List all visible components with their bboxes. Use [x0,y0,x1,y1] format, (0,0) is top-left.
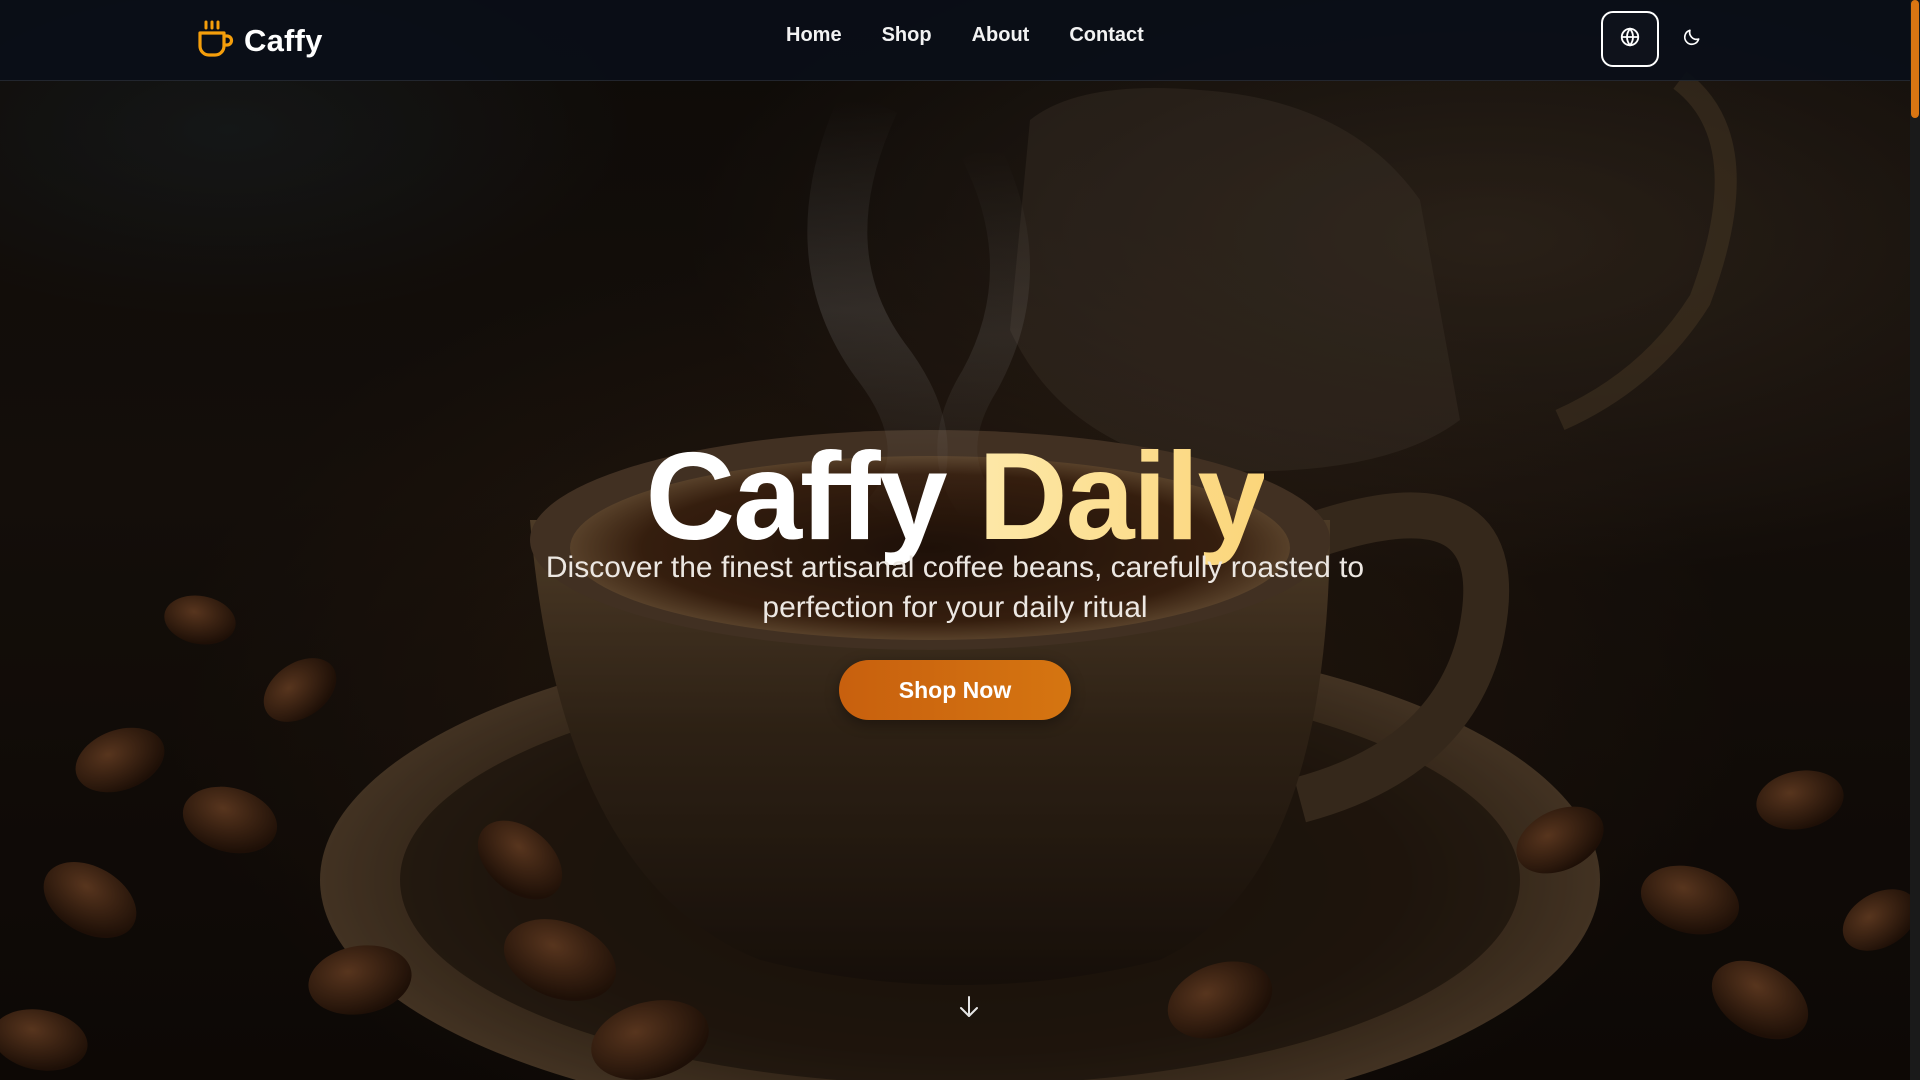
nav-link-about[interactable]: About [972,24,1030,47]
brand-logo[interactable]: Caffy [196,18,323,63]
moon-icon [1682,27,1702,52]
theme-toggle-button[interactable] [1676,22,1708,56]
arrow-down-icon [957,994,981,1025]
page-scrollbar[interactable] [1910,0,1920,1080]
scrollbar-thumb[interactable] [1911,0,1919,118]
nav-link-contact[interactable]: Contact [1069,24,1143,47]
main-nav: Home Shop About Contact [786,24,1144,47]
nav-link-shop[interactable]: Shop [882,24,932,47]
hero-title-word-1: Caffy [645,428,948,567]
top-navbar: Caffy Home Shop About Contact [0,0,1910,81]
nav-link-home[interactable]: Home [786,24,842,47]
hero-title: Caffy Daily [0,435,1910,559]
scroll-down-button[interactable] [955,994,983,1024]
hero-subtitle: Discover the finest artisanal coffee bea… [545,551,1365,624]
hero-title-word-2: Daily [978,428,1266,567]
brand-name: Caffy [244,22,323,58]
globe-icon [1619,26,1641,53]
language-button[interactable] [1601,11,1659,67]
shop-now-button[interactable]: Shop Now [839,660,1071,720]
coffee-cup-icon [196,18,234,63]
